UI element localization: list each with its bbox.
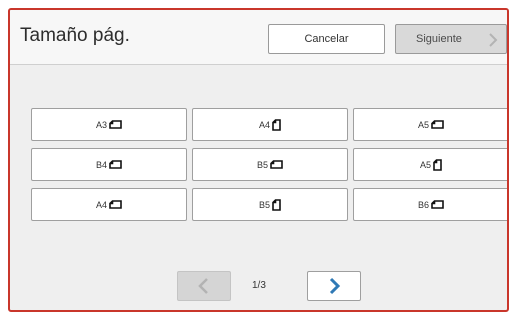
paper-size-option-b5-landscape[interactable]: B5 bbox=[192, 148, 348, 181]
paper-size-label: B5 bbox=[258, 199, 270, 210]
paper-landscape-icon bbox=[109, 120, 122, 129]
paper-size-label: A5 bbox=[419, 159, 431, 170]
paper-landscape-icon bbox=[109, 160, 122, 169]
paper-size-label: A4 bbox=[258, 119, 270, 130]
chevron-left-icon bbox=[198, 278, 208, 294]
paper-size-option-a4-landscape[interactable]: A4 bbox=[31, 188, 187, 221]
paper-portrait-icon bbox=[272, 118, 281, 131]
next-button[interactable]: Siguiente bbox=[395, 24, 507, 54]
paper-size-label: B4 bbox=[95, 159, 107, 170]
pagination: 1/3 bbox=[10, 271, 507, 301]
paper-size-option-a3-landscape[interactable]: A3 bbox=[31, 108, 187, 141]
paper-size-option-b5-portrait[interactable]: B5 bbox=[192, 188, 348, 221]
next-page-button[interactable] bbox=[307, 271, 361, 301]
paper-landscape-icon bbox=[270, 160, 283, 169]
paper-size-option-a5-landscape[interactable]: A5 bbox=[353, 108, 507, 141]
paper-portrait-icon bbox=[272, 198, 281, 211]
paper-landscape-icon bbox=[109, 200, 122, 209]
paper-landscape-icon bbox=[431, 120, 444, 129]
paper-portrait-icon bbox=[433, 158, 442, 171]
page-size-dialog: Tamaño pág. Cancelar Siguiente A3 A4 A5 B4 B… bbox=[8, 8, 509, 312]
paper-size-label: A4 bbox=[95, 199, 107, 210]
cancel-button[interactable]: Cancelar bbox=[268, 24, 385, 54]
next-button-label: Siguiente bbox=[416, 33, 462, 45]
chevron-right-icon bbox=[329, 277, 341, 295]
paper-size-option-b6-landscape[interactable]: B6 bbox=[353, 188, 507, 221]
page-indicator: 1/3 bbox=[252, 280, 266, 291]
paper-size-option-a5-portrait[interactable]: A5 bbox=[353, 148, 507, 181]
paper-size-option-a4-portrait[interactable]: A4 bbox=[192, 108, 348, 141]
paper-landscape-icon bbox=[431, 200, 444, 209]
paper-size-option-b4-landscape[interactable]: B4 bbox=[31, 148, 187, 181]
prev-page-button[interactable] bbox=[177, 271, 231, 301]
paper-size-label: A5 bbox=[417, 119, 429, 130]
paper-size-label: B6 bbox=[417, 199, 429, 210]
page-title: Tamaño pág. bbox=[20, 25, 130, 46]
paper-size-label: A3 bbox=[95, 119, 107, 130]
paper-size-grid: A3 A4 A5 B4 B5 A5 A4 B5 B6 bbox=[31, 108, 507, 221]
chevron-right-icon bbox=[489, 33, 498, 47]
paper-size-label: B5 bbox=[256, 159, 268, 170]
dialog-header: Tamaño pág. Cancelar Siguiente bbox=[10, 10, 507, 65]
cancel-button-label: Cancelar bbox=[304, 33, 349, 45]
